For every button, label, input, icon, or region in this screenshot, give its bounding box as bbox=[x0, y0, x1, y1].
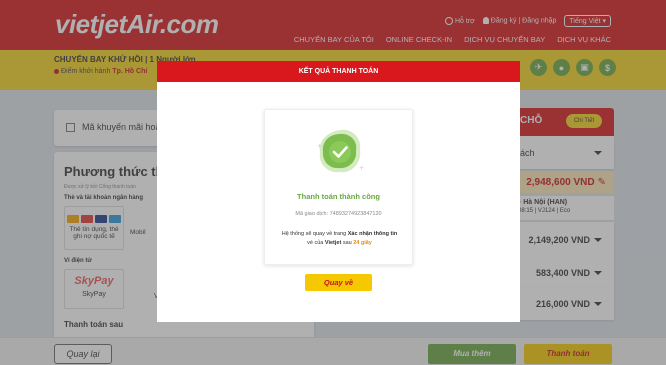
redirect-message: Hệ thống sẽ quay về trang Xác nhận thông… bbox=[281, 231, 398, 246]
payment-result-card: + + Thanh toán thành công Mã giao dịch: … bbox=[264, 109, 413, 265]
payment-result-modal: KẾT QUẢ THANH TOÁN + + Thanh toán thành … bbox=[157, 61, 520, 322]
success-title: Thanh toán thành công bbox=[297, 192, 380, 201]
countdown-seconds: 24 giây bbox=[353, 239, 372, 246]
svg-text:+: + bbox=[317, 143, 322, 150]
return-button[interactable]: Quay về bbox=[305, 274, 372, 291]
success-check-icon: + + bbox=[317, 129, 364, 173]
svg-text:+: + bbox=[359, 165, 364, 172]
transaction-id: Mã giao dịch: 74893274923847120 bbox=[295, 211, 382, 217]
modal-title: KẾT QUẢ THANH TOÁN bbox=[157, 61, 520, 82]
